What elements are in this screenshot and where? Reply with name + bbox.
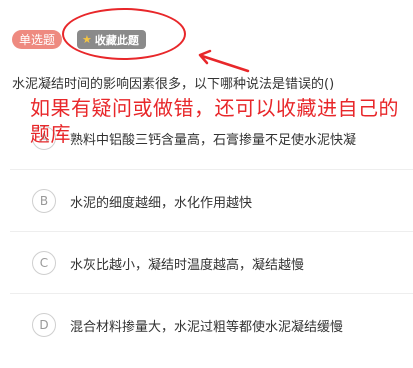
question-type-tag: 单选题 [12, 30, 62, 49]
question-text: 水泥凝结时间的影响因素很多，以下哪种说法是错误的() [12, 77, 335, 92]
option-c[interactable]: C 水灰比越小，凝结时温度越高，凝结越慢 [10, 231, 413, 294]
option-d[interactable]: D 混合材料掺量大，水泥过粗等都使水泥凝结缓慢 [10, 293, 413, 356]
option-text: 水灰比越小，凝结时温度越高，凝结越慢 [70, 257, 305, 273]
option-text: 混合材料掺量大，水泥过粗等都使水泥凝结缓慢 [70, 319, 344, 335]
option-b[interactable]: B 水泥的细度越细，水化作用越快 [10, 169, 413, 232]
option-letter: B [32, 189, 56, 213]
annotation-circle [62, 8, 186, 60]
option-text: 水泥的细度越细，水化作用越快 [70, 195, 253, 211]
option-letter: D [32, 313, 56, 337]
annotation-text: 如果有疑问或做错，还可以收藏进自己的题库 [30, 96, 399, 146]
option-letter: C [32, 251, 56, 275]
